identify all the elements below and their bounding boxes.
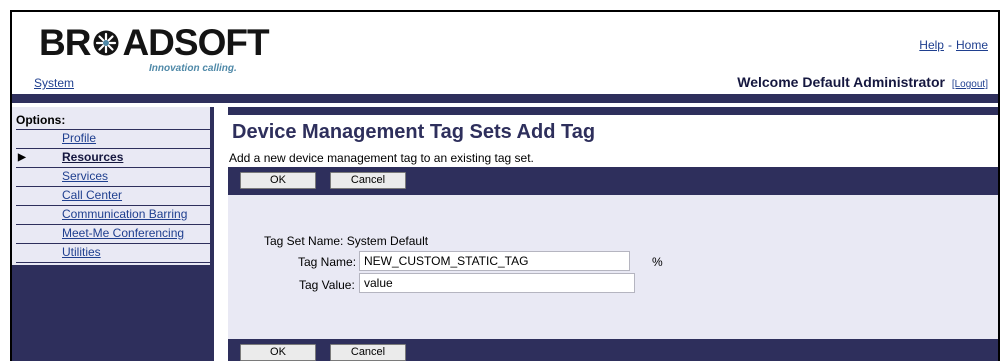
broadsoft-logo: BR ADSOFT Innovation calling.	[39, 22, 284, 82]
logo-text-left: BR	[39, 22, 91, 63]
sidebar-item-resources[interactable]: ▶ Resources	[16, 149, 210, 168]
sidebar-item-utilities[interactable]: Utilities	[16, 244, 210, 263]
sidebar-item-label: Meet-Me Conferencing	[62, 226, 185, 240]
sidebar-item-call-center[interactable]: Call Center	[16, 187, 210, 206]
page-title: Device Management Tag Sets Add Tag	[232, 121, 596, 143]
sidebar-item-services[interactable]: Services	[16, 168, 210, 187]
cancel-button-bottom[interactable]: Cancel	[330, 344, 406, 361]
tag-value-row: Tag Value:	[299, 278, 355, 292]
options-heading: Options:	[16, 113, 66, 127]
tag-set-name-label: Tag Set Name:	[264, 234, 344, 248]
logo-wordmark: BR ADSOFT	[39, 22, 270, 64]
tag-name-suffix: %	[652, 255, 663, 269]
tag-set-name-value: System Default	[346, 234, 429, 248]
sidebar: Options: Profile ▶ Resources Services Cal…	[12, 107, 214, 361]
current-page-arrow-icon: ▶	[18, 152, 26, 163]
header-divider-bar	[12, 94, 998, 103]
help-link[interactable]: Help	[919, 38, 944, 52]
cancel-button[interactable]: Cancel	[330, 172, 406, 189]
logo-star-icon	[93, 30, 119, 56]
page-description: Add a new device management tag to an ex…	[229, 151, 534, 165]
bottom-button-bar: OK Cancel	[228, 339, 998, 361]
sidebar-item-meet-me-conferencing[interactable]: Meet-Me Conferencing	[16, 225, 210, 244]
top-links: Help - Home	[919, 38, 988, 52]
tag-value-input[interactable]	[359, 273, 635, 293]
ok-button[interactable]: OK	[240, 172, 316, 189]
tag-value-label: Tag Value:	[299, 278, 355, 292]
content-top-bar	[228, 107, 998, 115]
logo-tagline: Innovation calling.	[149, 63, 237, 74]
tag-name-suffix-wrap: %	[652, 255, 663, 269]
logout-link[interactable]: [Logout]	[952, 79, 988, 90]
sidebar-item-label: Call Center	[62, 188, 123, 202]
main-content: Device Management Tag Sets Add Tag Add a…	[228, 107, 998, 361]
sidebar-item-label: Utilities	[62, 245, 101, 259]
logo-text-right: ADSOFT	[122, 22, 269, 63]
sidebar-item-label: Profile	[62, 131, 97, 145]
sidebar-item-communication-barring[interactable]: Communication Barring	[16, 206, 210, 225]
sidebar-menu: Profile ▶ Resources Services Call Center …	[12, 129, 210, 263]
tag-name-input[interactable]	[359, 251, 630, 271]
top-button-bar: OK Cancel	[228, 167, 998, 195]
browser-frame: BR ADSOFT Innovation calling. Help - Home …	[10, 10, 1000, 361]
add-tag-form: Tag Set Name: System Default Tag Name: %…	[228, 195, 998, 339]
sidebar-item-label: Resources	[62, 150, 124, 164]
link-separator: -	[947, 38, 952, 52]
welcome-banner: Welcome Default Administrator [Logout]	[737, 74, 988, 90]
sidebar-item-label: Communication Barring	[62, 207, 188, 221]
tag-name-label: Tag Name:	[298, 255, 357, 269]
sidebar-item-label: Services	[62, 169, 109, 183]
options-panel: Options: Profile ▶ Resources Services Cal…	[12, 107, 210, 265]
tag-set-name-row: Tag Set Name: System Default	[264, 234, 428, 248]
ok-button-bottom[interactable]: OK	[240, 344, 316, 361]
welcome-text: Welcome Default Administrator	[737, 74, 945, 90]
system-breadcrumb-link[interactable]: System	[34, 76, 74, 90]
sidebar-item-profile[interactable]: Profile	[16, 129, 210, 149]
home-link[interactable]: Home	[956, 38, 988, 52]
